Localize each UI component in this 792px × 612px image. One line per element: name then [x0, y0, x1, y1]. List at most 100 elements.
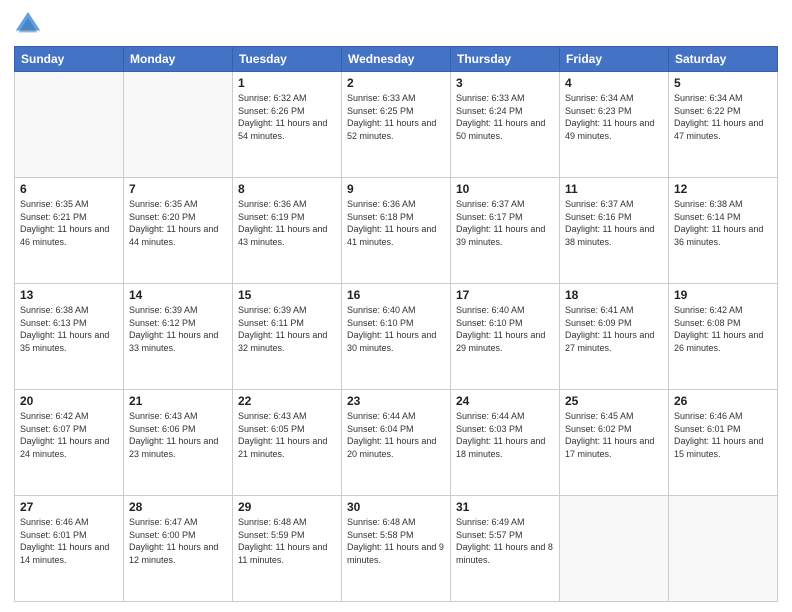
- weekday-header-monday: Monday: [124, 47, 233, 72]
- day-info: Sunrise: 6:34 AM Sunset: 6:23 PM Dayligh…: [565, 92, 663, 142]
- day-number: 11: [565, 182, 663, 196]
- day-number: 25: [565, 394, 663, 408]
- day-info: Sunrise: 6:47 AM Sunset: 6:00 PM Dayligh…: [129, 516, 227, 566]
- day-info: Sunrise: 6:37 AM Sunset: 6:17 PM Dayligh…: [456, 198, 554, 248]
- day-number: 19: [674, 288, 772, 302]
- calendar-cell: 13 Sunrise: 6:38 AM Sunset: 6:13 PM Dayli…: [15, 284, 124, 390]
- calendar-cell: 14Sunrise: 6:39 AM Sunset: 6:12 PM Dayli…: [124, 284, 233, 390]
- calendar-cell: [669, 496, 778, 602]
- day-info: Sunrise: 6:36 AM Sunset: 6:18 PM Dayligh…: [347, 198, 445, 248]
- calendar-cell: 17 Sunrise: 6:40 AM Sunset: 6:10 PM Dayli…: [451, 284, 560, 390]
- calendar-cell: 23 Sunrise: 6:44 AM Sunset: 6:04 PM Dayli…: [342, 390, 451, 496]
- day-info: Sunrise: 6:36 AM Sunset: 6:19 PM Dayligh…: [238, 198, 336, 248]
- calendar-cell: 16 Sunrise: 6:40 AM Sunset: 6:10 PM Dayli…: [342, 284, 451, 390]
- day-info: Sunrise: 6:41 AM Sunset: 6:09 PM Dayligh…: [565, 304, 663, 354]
- day-info: Sunrise: 6:40 AM Sunset: 6:10 PM Dayligh…: [456, 304, 554, 354]
- day-number: 15: [238, 288, 336, 302]
- weekday-header-thursday: Thursday: [451, 47, 560, 72]
- day-info: Sunrise: 6:38 AM Sunset: 6:14 PM Dayligh…: [674, 198, 772, 248]
- calendar-cell: 18 Sunrise: 6:41 AM Sunset: 6:09 PM Dayli…: [560, 284, 669, 390]
- day-info: Sunrise: 6:43 AM Sunset: 6:06 PM Dayligh…: [129, 410, 227, 460]
- day-info: Sunrise: 6:38 AM Sunset: 6:13 PM Dayligh…: [20, 304, 118, 354]
- day-info: Sunrise: 6:37 AM Sunset: 6:16 PM Dayligh…: [565, 198, 663, 248]
- page: SundayMondayTuesdayWednesdayThursdayFrid…: [0, 0, 792, 612]
- day-info: Sunrise: 6:33 AM Sunset: 6:24 PM Dayligh…: [456, 92, 554, 142]
- day-info: Sunrise: 6:48 AM Sunset: 5:59 PM Dayligh…: [238, 516, 336, 566]
- day-number: 3: [456, 76, 554, 90]
- day-info: Sunrise: 6:34 AM Sunset: 6:22 PM Dayligh…: [674, 92, 772, 142]
- logo-icon: [14, 10, 42, 38]
- calendar-cell: 27 Sunrise: 6:46 AM Sunset: 6:01 PM Dayli…: [15, 496, 124, 602]
- calendar-cell: 9 Sunrise: 6:36 AM Sunset: 6:18 PM Daylig…: [342, 178, 451, 284]
- calendar-cell: 11 Sunrise: 6:37 AM Sunset: 6:16 PM Dayli…: [560, 178, 669, 284]
- calendar-cell: 2 Sunrise: 6:33 AM Sunset: 6:25 PM Daylig…: [342, 72, 451, 178]
- calendar-cell: 6Sunrise: 6:35 AM Sunset: 6:21 PM Daylig…: [15, 178, 124, 284]
- calendar-cell: 20 Sunrise: 6:42 AM Sunset: 6:07 PM Dayli…: [15, 390, 124, 496]
- week-row-1: 1 Sunrise: 6:32 AM Sunset: 6:26 PM Daylig…: [15, 72, 778, 178]
- day-number: 22: [238, 394, 336, 408]
- day-number: 4: [565, 76, 663, 90]
- day-number: 23: [347, 394, 445, 408]
- calendar-table: SundayMondayTuesdayWednesdayThursdayFrid…: [14, 46, 778, 602]
- day-info: Sunrise: 6:46 AM Sunset: 6:01 PM Dayligh…: [20, 516, 118, 566]
- calendar-cell: 4 Sunrise: 6:34 AM Sunset: 6:23 PM Daylig…: [560, 72, 669, 178]
- day-info: Sunrise: 6:42 AM Sunset: 6:08 PM Dayligh…: [674, 304, 772, 354]
- weekday-header-tuesday: Tuesday: [233, 47, 342, 72]
- day-number: 10: [456, 182, 554, 196]
- logo: [14, 10, 46, 38]
- week-row-4: 20 Sunrise: 6:42 AM Sunset: 6:07 PM Dayli…: [15, 390, 778, 496]
- weekday-header-row: SundayMondayTuesdayWednesdayThursdayFrid…: [15, 47, 778, 72]
- day-number: 1: [238, 76, 336, 90]
- day-number: 24: [456, 394, 554, 408]
- weekday-header-friday: Friday: [560, 47, 669, 72]
- day-info: Sunrise: 6:32 AM Sunset: 6:26 PM Dayligh…: [238, 92, 336, 142]
- calendar-cell: 31Sunrise: 6:49 AM Sunset: 5:57 PM Dayli…: [451, 496, 560, 602]
- calendar-cell: 12 Sunrise: 6:38 AM Sunset: 6:14 PM Dayli…: [669, 178, 778, 284]
- day-number: 28: [129, 500, 227, 514]
- day-info: Sunrise: 6:35 AM Sunset: 6:20 PM Dayligh…: [129, 198, 227, 248]
- day-number: 18: [565, 288, 663, 302]
- calendar-cell: 8 Sunrise: 6:36 AM Sunset: 6:19 PM Daylig…: [233, 178, 342, 284]
- day-number: 14: [129, 288, 227, 302]
- day-info: Sunrise: 6:44 AM Sunset: 6:03 PM Dayligh…: [456, 410, 554, 460]
- calendar-cell: 1 Sunrise: 6:32 AM Sunset: 6:26 PM Daylig…: [233, 72, 342, 178]
- calendar-cell: 5 Sunrise: 6:34 AM Sunset: 6:22 PM Daylig…: [669, 72, 778, 178]
- day-info: Sunrise: 6:43 AM Sunset: 6:05 PM Dayligh…: [238, 410, 336, 460]
- calendar-cell: 10 Sunrise: 6:37 AM Sunset: 6:17 PM Dayli…: [451, 178, 560, 284]
- day-number: 12: [674, 182, 772, 196]
- day-info: Sunrise: 6:48 AM Sunset: 5:58 PM Dayligh…: [347, 516, 445, 566]
- calendar-cell: 26Sunrise: 6:46 AM Sunset: 6:01 PM Dayli…: [669, 390, 778, 496]
- day-info: Sunrise: 6:33 AM Sunset: 6:25 PM Dayligh…: [347, 92, 445, 142]
- calendar-cell: 19 Sunrise: 6:42 AM Sunset: 6:08 PM Dayli…: [669, 284, 778, 390]
- day-info: Sunrise: 6:35 AM Sunset: 6:21 PM Dayligh…: [20, 198, 118, 248]
- day-number: 20: [20, 394, 118, 408]
- day-info: Sunrise: 6:45 AM Sunset: 6:02 PM Dayligh…: [565, 410, 663, 460]
- header: [14, 10, 778, 38]
- calendar-cell: 15Sunrise: 6:39 AM Sunset: 6:11 PM Dayli…: [233, 284, 342, 390]
- day-number: 8: [238, 182, 336, 196]
- week-row-2: 6Sunrise: 6:35 AM Sunset: 6:21 PM Daylig…: [15, 178, 778, 284]
- day-number: 9: [347, 182, 445, 196]
- day-number: 5: [674, 76, 772, 90]
- day-number: 27: [20, 500, 118, 514]
- day-number: 30: [347, 500, 445, 514]
- day-number: 2: [347, 76, 445, 90]
- calendar-cell: 21 Sunrise: 6:43 AM Sunset: 6:06 PM Dayli…: [124, 390, 233, 496]
- calendar-cell: 24 Sunrise: 6:44 AM Sunset: 6:03 PM Dayli…: [451, 390, 560, 496]
- calendar-cell: [15, 72, 124, 178]
- calendar-cell: [560, 496, 669, 602]
- day-info: Sunrise: 6:42 AM Sunset: 6:07 PM Dayligh…: [20, 410, 118, 460]
- calendar-cell: 22 Sunrise: 6:43 AM Sunset: 6:05 PM Dayli…: [233, 390, 342, 496]
- weekday-header-saturday: Saturday: [669, 47, 778, 72]
- day-number: 13: [20, 288, 118, 302]
- day-number: 29: [238, 500, 336, 514]
- day-number: 16: [347, 288, 445, 302]
- weekday-header-sunday: Sunday: [15, 47, 124, 72]
- calendar-cell: 3 Sunrise: 6:33 AM Sunset: 6:24 PM Daylig…: [451, 72, 560, 178]
- day-info: Sunrise: 6:44 AM Sunset: 6:04 PM Dayligh…: [347, 410, 445, 460]
- day-number: 17: [456, 288, 554, 302]
- day-number: 21: [129, 394, 227, 408]
- week-row-3: 13 Sunrise: 6:38 AM Sunset: 6:13 PM Dayli…: [15, 284, 778, 390]
- day-info: Sunrise: 6:40 AM Sunset: 6:10 PM Dayligh…: [347, 304, 445, 354]
- day-info: Sunrise: 6:46 AM Sunset: 6:01 PM Dayligh…: [674, 410, 772, 460]
